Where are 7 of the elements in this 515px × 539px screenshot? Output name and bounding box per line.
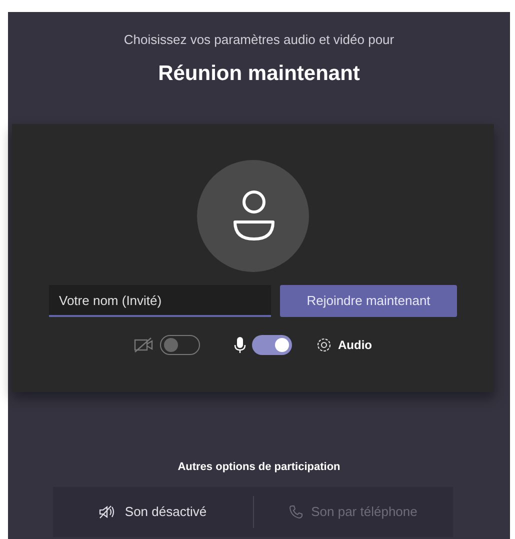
join-button[interactable]: Rejoindre maintenant: [280, 285, 457, 317]
section-heading: Autres options de participation: [178, 460, 340, 475]
audio-settings-button[interactable]: Audio: [316, 336, 372, 354]
subtitle: Choisissez vos paramètres audio et vidéo pour: [124, 31, 394, 49]
audio-off-option[interactable]: Son désactivé: [53, 486, 252, 536]
name-input-field[interactable]: Votre nom (Invité): [49, 285, 271, 317]
meeting-title: Réunion maintenant: [158, 60, 360, 86]
